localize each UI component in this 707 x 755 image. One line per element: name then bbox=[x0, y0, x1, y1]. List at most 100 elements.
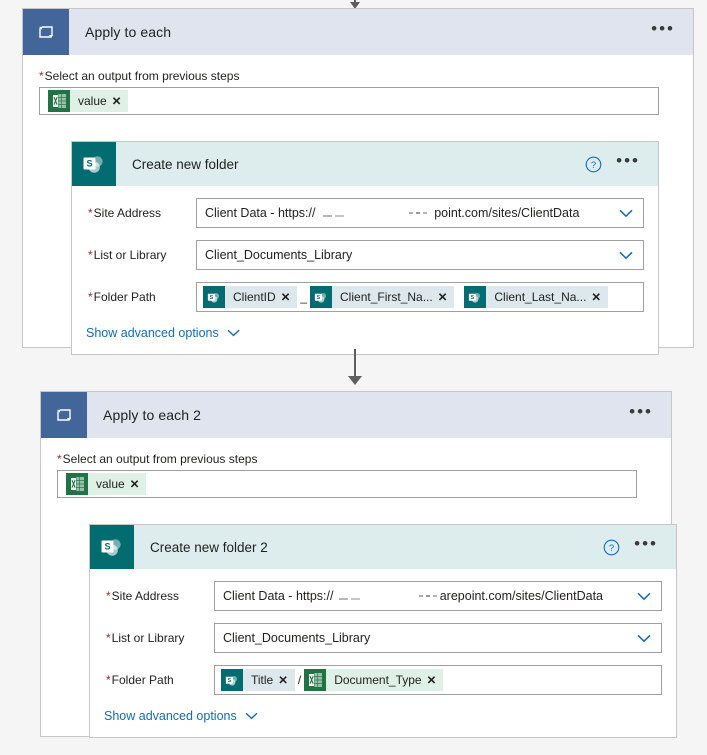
folder-path-input[interactable]: S ClientID ✕ _ S Client_First_Na... ✕ S … bbox=[196, 282, 644, 312]
list-or-library-input[interactable]: Client_Documents_Library bbox=[214, 623, 662, 653]
chevron-down-icon bbox=[245, 712, 258, 720]
excel-icon bbox=[304, 669, 327, 691]
show-advanced-options-label: Show advanced options bbox=[104, 709, 237, 723]
scope-apply-to-each[interactable]: Apply to each ••• *Select an output from… bbox=[22, 8, 694, 355]
token-client-last-name[interactable]: S Client_Last_Na... ✕ bbox=[464, 286, 609, 308]
action-body: *Site Address Client Data - https://xxxx… bbox=[72, 186, 658, 354]
token-title[interactable]: S Title ✕ bbox=[221, 669, 295, 691]
token-label: Document_Type bbox=[334, 673, 422, 687]
token-value[interactable]: value ✕ bbox=[48, 90, 129, 112]
field-label-folder-path: *Folder Path bbox=[88, 290, 156, 304]
excel-icon bbox=[66, 473, 88, 495]
form-row-list-or-library: *List or Library Client_Documents_Librar… bbox=[86, 240, 644, 270]
site-address-value-tail: arepoint.com/sites/ClientData bbox=[439, 589, 603, 603]
chevron-down-icon bbox=[227, 329, 240, 337]
help-icon[interactable]: ? bbox=[603, 539, 620, 556]
site-address-value: Client Data - https://xxxxxxxxxxxxxxxxxx… bbox=[205, 206, 580, 220]
output-field-label: *Select an output from previous steps bbox=[39, 69, 677, 83]
show-advanced-options-link[interactable]: Show advanced options bbox=[86, 326, 240, 340]
output-field-label-text: Select an output from previous steps bbox=[62, 452, 258, 466]
svg-text:S: S bbox=[471, 294, 475, 300]
action-title: Create new folder 2 bbox=[150, 539, 268, 555]
token-label: value bbox=[96, 477, 125, 491]
svg-text:S: S bbox=[86, 158, 92, 168]
token-remove-icon[interactable]: ✕ bbox=[438, 290, 455, 304]
output-token-input[interactable]: value ✕ bbox=[39, 87, 659, 115]
action-header[interactable]: S Create new folder 2 ? ••• bbox=[90, 525, 676, 569]
list-or-library-value: Client_Documents_Library bbox=[223, 631, 371, 645]
token-label: Title bbox=[251, 673, 274, 687]
sharepoint-icon: S bbox=[310, 286, 333, 308]
token-remove-icon[interactable]: ✕ bbox=[278, 673, 295, 687]
token-label: Client_Last_Na... bbox=[494, 290, 587, 304]
output-field-label-text: Select an output from previous steps bbox=[44, 69, 240, 83]
show-advanced-options-link[interactable]: Show advanced options bbox=[104, 709, 258, 723]
chevron-down-icon[interactable] bbox=[627, 634, 661, 643]
action-card-create-new-folder-2[interactable]: S Create new folder 2 ? ••• *Site Addres… bbox=[89, 524, 677, 738]
site-address-value-tail: point.com/sites/ClientData bbox=[434, 206, 580, 220]
chevron-down-icon[interactable] bbox=[609, 251, 643, 260]
svg-text:?: ? bbox=[609, 543, 614, 554]
chevron-down-icon[interactable] bbox=[627, 592, 661, 601]
scope-apply-to-each-2[interactable]: Apply to each 2 ••• *Select an output fr… bbox=[40, 391, 677, 738]
chevron-down-icon[interactable] bbox=[609, 209, 643, 218]
scope-header[interactable]: Apply to each 2 ••• bbox=[41, 392, 671, 438]
scope-title: Apply to each 2 bbox=[103, 407, 202, 423]
loop-icon bbox=[23, 9, 69, 55]
sharepoint-icon: S bbox=[90, 525, 134, 569]
list-or-library-input[interactable]: Client_Documents_Library bbox=[196, 240, 644, 270]
site-address-input[interactable]: Client Data - https://xxxxxxxxxxxxxxxxxx… bbox=[196, 198, 644, 228]
svg-text:?: ? bbox=[591, 160, 596, 171]
required-asterisk: * bbox=[88, 206, 93, 220]
form-row-site-address: *Site Address Client Data - https://xxxx… bbox=[86, 198, 644, 228]
required-asterisk: * bbox=[88, 248, 93, 262]
scope-more-menu-button[interactable]: ••• bbox=[651, 20, 693, 40]
form-row-folder-path: *Folder Path S bbox=[104, 665, 662, 695]
required-asterisk: * bbox=[106, 631, 111, 645]
token-label: Client_First_Na... bbox=[340, 290, 433, 304]
scope-title: Apply to each bbox=[85, 24, 172, 40]
token-remove-icon[interactable]: ✕ bbox=[130, 477, 147, 491]
action-header[interactable]: S Create new folder ? ••• bbox=[72, 142, 658, 186]
site-address-input[interactable]: Client Data - https://xxxxxxxxxxxxxxxxxa… bbox=[214, 581, 662, 611]
show-advanced-options-label: Show advanced options bbox=[86, 326, 219, 340]
scope-body: *Select an output from previous steps va… bbox=[41, 438, 677, 754]
token-document-type[interactable]: Document_Type ✕ bbox=[304, 669, 444, 691]
field-label-site-address: *Site Address bbox=[106, 589, 180, 603]
folder-path-input[interactable]: S Title ✕ / Document_Type ✕ bbox=[214, 665, 662, 695]
output-field-label: *Select an output from previous steps bbox=[57, 452, 655, 466]
action-more-menu-button[interactable]: ••• bbox=[616, 152, 658, 172]
site-address-value: Client Data - https://xxxxxxxxxxxxxxxxxa… bbox=[223, 589, 603, 603]
sharepoint-icon: S bbox=[464, 286, 487, 308]
action-more-menu-button[interactable]: ••• bbox=[634, 535, 676, 555]
required-asterisk: * bbox=[39, 69, 44, 83]
sharepoint-icon: S bbox=[72, 142, 116, 186]
token-remove-icon[interactable]: ✕ bbox=[112, 94, 129, 108]
token-remove-icon[interactable]: ✕ bbox=[427, 673, 444, 687]
token-label: value bbox=[78, 94, 107, 108]
token-remove-icon[interactable]: ✕ bbox=[281, 290, 298, 304]
required-asterisk: * bbox=[106, 673, 111, 687]
token-client-first-name[interactable]: S Client_First_Na... ✕ bbox=[310, 286, 455, 308]
form-row-site-address: *Site Address Client Data - https://xxxx… bbox=[104, 581, 662, 611]
scope-header[interactable]: Apply to each ••• bbox=[23, 9, 693, 55]
token-remove-icon[interactable]: ✕ bbox=[591, 290, 608, 304]
scope-more-menu-button[interactable]: ••• bbox=[629, 403, 671, 423]
token-value[interactable]: value ✕ bbox=[66, 473, 147, 495]
excel-icon bbox=[48, 90, 70, 112]
token-separator: / bbox=[297, 673, 302, 687]
action-title: Create new folder bbox=[132, 156, 239, 172]
help-icon[interactable]: ? bbox=[585, 156, 602, 173]
field-label-list-or-library: *List or Library bbox=[106, 631, 185, 645]
token-clientid[interactable]: S ClientID ✕ bbox=[203, 286, 298, 308]
output-token-input[interactable]: value ✕ bbox=[57, 470, 637, 498]
list-or-library-value: Client_Documents_Library bbox=[205, 248, 353, 262]
form-row-list-or-library: *List or Library Client_Documents_Librar… bbox=[104, 623, 662, 653]
action-card-create-new-folder[interactable]: S Create new folder ? ••• *Site Address bbox=[71, 141, 659, 355]
svg-text:S: S bbox=[228, 677, 232, 683]
field-label-list-or-library: *List or Library bbox=[88, 248, 167, 262]
sharepoint-icon: S bbox=[203, 286, 225, 308]
svg-text:S: S bbox=[104, 541, 110, 551]
required-asterisk: * bbox=[106, 589, 111, 603]
form-row-folder-path: *Folder Path S bbox=[86, 282, 644, 312]
